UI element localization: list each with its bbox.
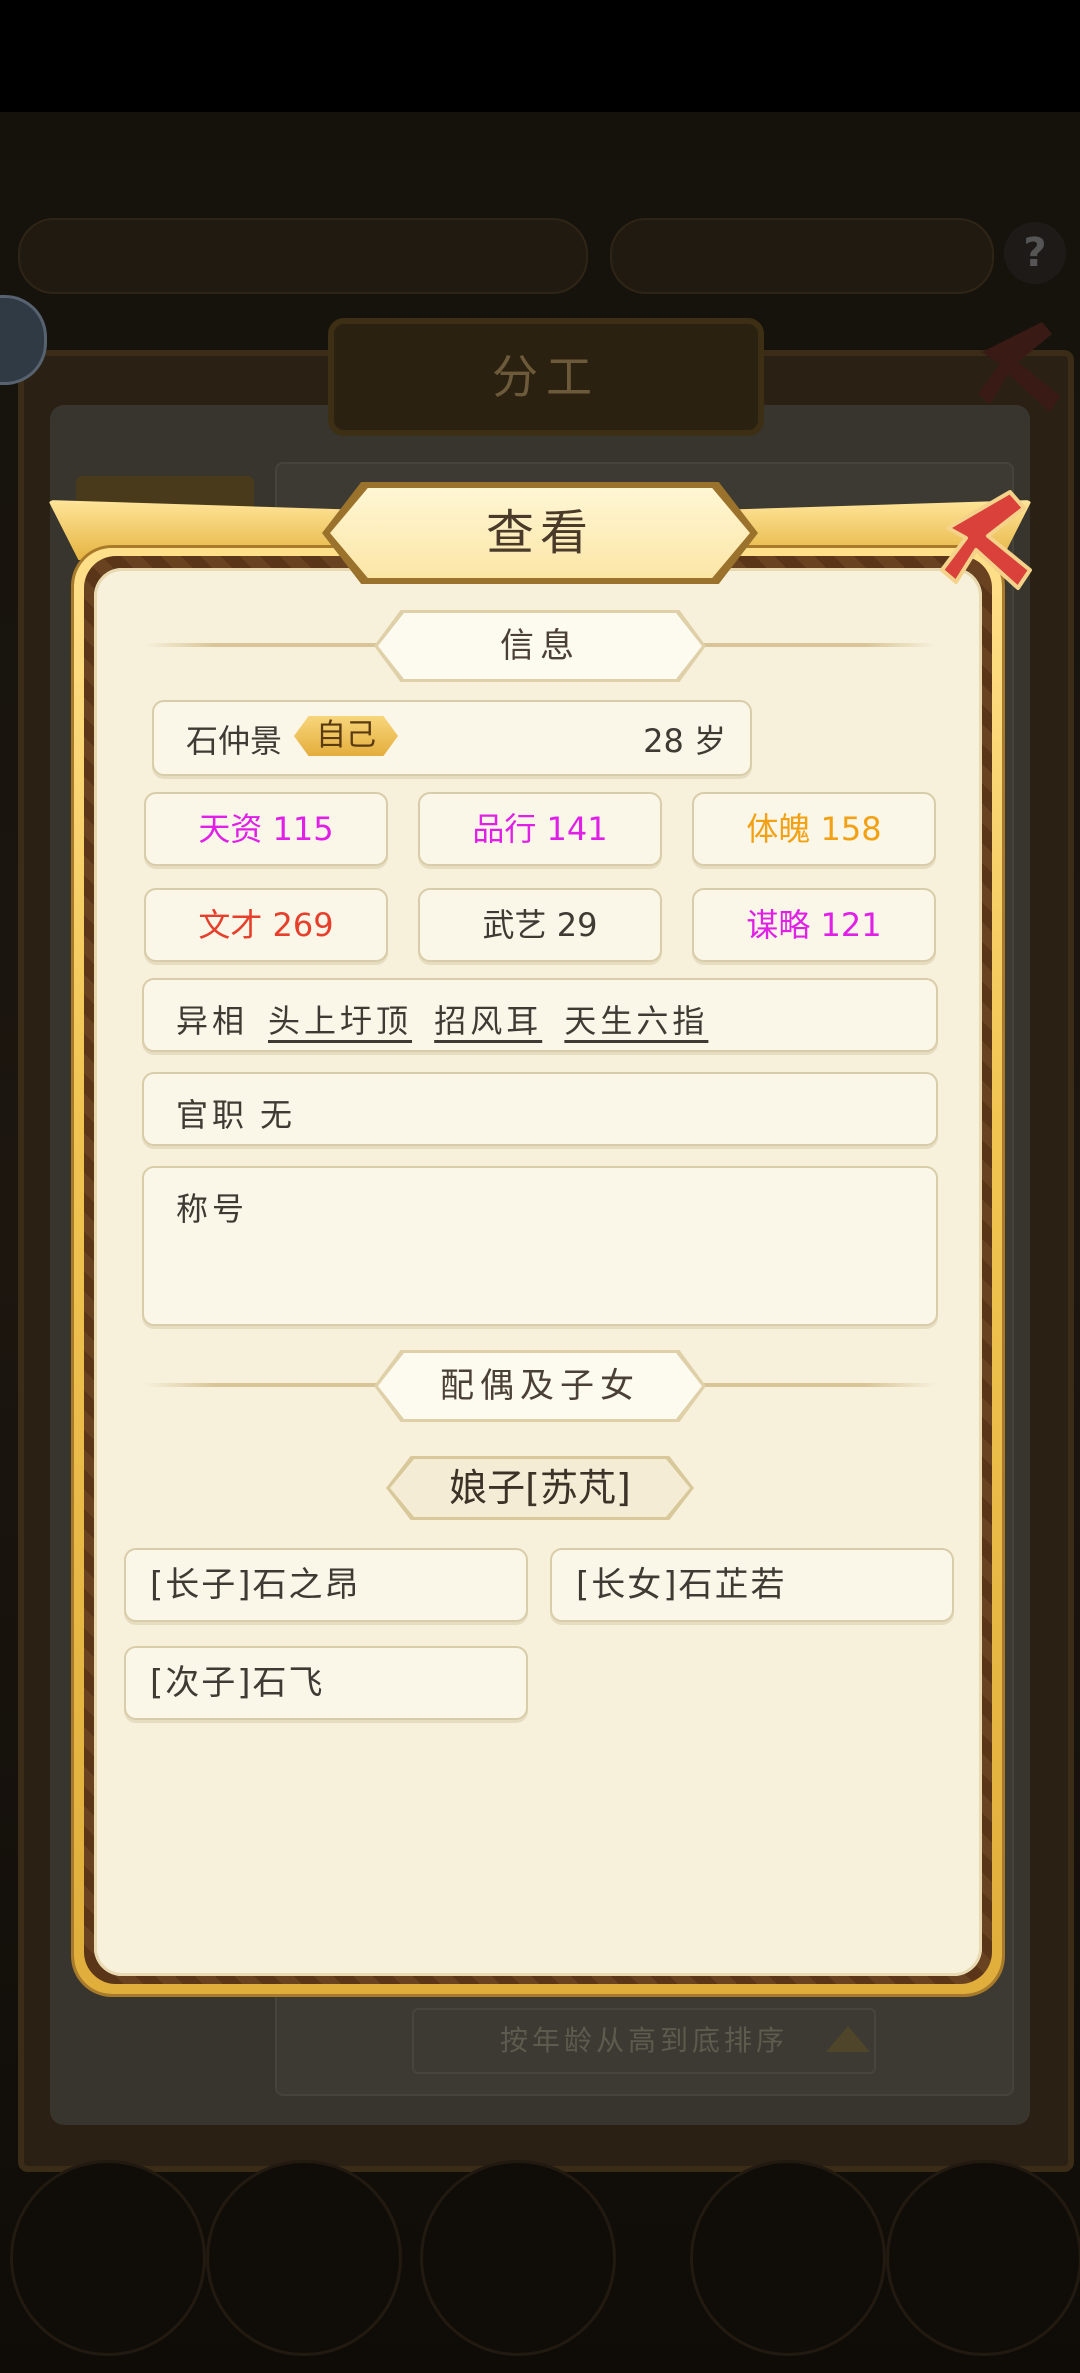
child-item[interactable]: [次子]石飞 (124, 1646, 528, 1720)
background-nav-button (206, 2160, 402, 2356)
traits-list: 头上圩顶 招风耳 天生六指 (260, 996, 708, 1042)
dialog-title: 查看 (485, 505, 594, 561)
stat-value: 141 (546, 810, 608, 848)
office-row: 官职 无 (142, 1072, 938, 1146)
stat-label: 谋略 (746, 906, 811, 944)
trait-link[interactable]: 头上圩顶 (268, 1002, 412, 1040)
titles-box: 称号 (142, 1166, 938, 1326)
stat-strategy: 谋略 121 (692, 888, 936, 962)
stat-label: 天资 (198, 810, 263, 848)
background-panel-title: 分工 (328, 318, 764, 436)
stat-label: 文才 (198, 906, 263, 944)
background-nav-button (886, 2160, 1080, 2356)
section-divider-left (144, 1383, 384, 1387)
office-label: 官职 (176, 1096, 249, 1134)
stat-aptitude: 天资 115 (144, 792, 388, 866)
sort-triangle-icon (826, 2026, 870, 2052)
resource-bar-left (18, 218, 588, 294)
stat-martial: 武艺 29 (418, 888, 662, 962)
close-icon[interactable] (940, 484, 1036, 594)
character-name: 石仲景 (186, 722, 283, 760)
child-item[interactable]: [长女]石芷若 (550, 1548, 954, 1622)
self-badge: 自己 (294, 716, 398, 758)
stat-label: 体魄 (746, 810, 811, 848)
child-item[interactable]: [长子]石之昂 (124, 1548, 528, 1622)
info-section-title: 信息 (500, 626, 580, 666)
background-sort-button: 按年龄从高到底排序 (412, 2008, 876, 2074)
stat-physique: 体魄 158 (692, 792, 936, 866)
spouse-button[interactable]: 娘子[苏芃] (390, 1459, 690, 1517)
stat-label: 武艺 (482, 906, 547, 944)
stat-literary: 文才 269 (144, 888, 388, 962)
office-value: 无 (260, 1096, 293, 1134)
background-nav-button (10, 2160, 206, 2356)
help-icon[interactable]: ? (1004, 222, 1066, 284)
stat-morality: 品行 141 (418, 792, 662, 866)
section-divider-right (696, 1383, 936, 1387)
background-close-icon (978, 322, 1060, 412)
trait-link[interactable]: 招风耳 (434, 1002, 542, 1040)
background-nav-button (420, 2160, 616, 2356)
background-nav-button (690, 2160, 886, 2356)
status-bar-area (0, 0, 1080, 112)
self-badge-label: 自己 (294, 716, 398, 756)
family-section-title: 配偶及子女 (440, 1366, 640, 1406)
stat-value: 158 (820, 810, 882, 848)
resource-bar-right (610, 218, 994, 294)
traits-row: 异相 头上圩顶 招风耳 天生六指 (142, 978, 938, 1052)
stat-label: 品行 (472, 810, 537, 848)
stat-value: 269 (272, 906, 334, 944)
character-age: 28 岁 (643, 722, 726, 760)
section-divider-left (144, 643, 384, 647)
name-row: 石仲景 自己 28 岁 (152, 700, 752, 776)
titles-label: 称号 (176, 1190, 249, 1228)
stat-value: 115 (272, 810, 334, 848)
stat-value: 29 (556, 906, 598, 944)
stat-value: 121 (820, 906, 882, 944)
trait-link[interactable]: 天生六指 (564, 1002, 708, 1040)
section-divider-right (696, 643, 936, 647)
traits-label: 异相 (176, 1002, 249, 1040)
